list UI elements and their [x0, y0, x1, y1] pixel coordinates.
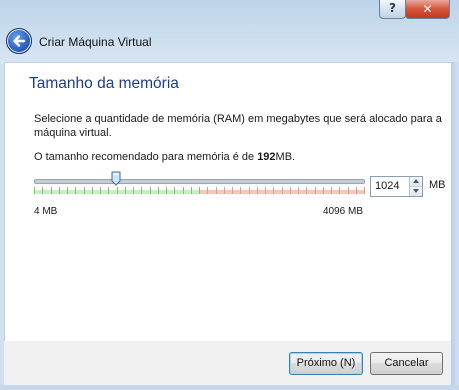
- slider-tick: [34, 187, 35, 194]
- memory-max-label: 4096 MB: [323, 206, 364, 217]
- slider-tick: [323, 187, 324, 194]
- slider-tick: [158, 187, 159, 194]
- slider-tick: [249, 187, 250, 194]
- slider-tick: [356, 187, 357, 194]
- slider-tick: [92, 187, 93, 194]
- recommended-memory-text: O tamanho recomendado para memória é de …: [34, 151, 295, 163]
- memory-min-label: 4 MB: [34, 206, 58, 217]
- slider-tick: [265, 187, 266, 194]
- slider-tick: [133, 187, 134, 194]
- slider-tick: [67, 187, 68, 194]
- memory-spin-buttons: [409, 177, 422, 196]
- page-description: Selecione a quantidade de memória (RAM) …: [34, 113, 442, 139]
- slider-tick: [331, 187, 332, 194]
- slider-tick: [315, 187, 316, 194]
- chevron-up-icon: [413, 179, 419, 183]
- button-bar: Próximo (N) Cancelar: [4, 341, 451, 385]
- memory-unit-label: MB: [429, 179, 446, 191]
- window-frame-right: [451, 62, 459, 390]
- help-button[interactable]: ?: [379, 0, 406, 19]
- slider-tick: [290, 187, 291, 194]
- slider-tick: [191, 187, 192, 194]
- close-icon: ✕: [422, 2, 433, 16]
- recommended-suffix: MB.: [275, 151, 296, 163]
- slider-tick: [51, 187, 52, 194]
- slider-tick: [117, 187, 118, 194]
- slider-tick: [108, 187, 109, 194]
- slider-tick: [199, 187, 200, 194]
- cancel-button[interactable]: Cancelar: [370, 352, 443, 375]
- slider-tick: [348, 187, 349, 194]
- slider-tick: [232, 187, 233, 194]
- slider-tick: [141, 187, 142, 194]
- slider-tick: [364, 187, 365, 194]
- slider-tick: [306, 187, 307, 194]
- chevron-down-icon: [413, 189, 419, 193]
- back-arrow-icon: [13, 35, 26, 47]
- slider-tick: [298, 187, 299, 194]
- slider-tick: [207, 187, 208, 194]
- memory-slider-scale: [34, 187, 365, 195]
- next-button[interactable]: Próximo (N): [289, 352, 363, 375]
- slider-tick: [224, 187, 225, 194]
- help-icon: ?: [389, 1, 396, 15]
- window-frame-bottom: [0, 385, 459, 390]
- slider-tick: [84, 187, 85, 194]
- slider-tick: [240, 187, 241, 194]
- wizard-page: Tamanho da memória Selecione a quantidad…: [4, 62, 453, 342]
- memory-spinbox[interactable]: 1024: [370, 176, 423, 197]
- spin-down-button[interactable]: [410, 187, 422, 196]
- memory-slider-track[interactable]: [34, 179, 365, 184]
- slider-tick: [183, 187, 184, 194]
- slider-tick: [75, 187, 76, 194]
- slider-tick: [339, 187, 340, 194]
- slider-tick: [100, 187, 101, 194]
- slider-tick: [257, 187, 258, 194]
- slider-tick: [150, 187, 151, 194]
- slider-tick: [273, 187, 274, 194]
- wizard-title: Criar Máquina Virtual: [39, 35, 152, 49]
- memory-value[interactable]: 1024: [375, 180, 399, 192]
- memory-slider-handle[interactable]: [111, 171, 121, 186]
- slider-tick: [282, 187, 283, 194]
- slider-tick: [125, 187, 126, 194]
- slider-tick: [174, 187, 175, 194]
- slider-tick: [59, 187, 60, 194]
- slider-tick: [166, 187, 167, 194]
- recommended-value: 192: [257, 151, 276, 163]
- close-button[interactable]: ✕: [405, 0, 450, 19]
- page-heading: Tamanho da memória: [29, 75, 179, 92]
- spin-up-button[interactable]: [410, 177, 422, 187]
- slider-tick: [42, 187, 43, 194]
- recommended-prefix: O tamanho recomendado para memória é de: [34, 151, 258, 163]
- slider-tick: [216, 187, 217, 194]
- back-button[interactable]: [6, 28, 32, 54]
